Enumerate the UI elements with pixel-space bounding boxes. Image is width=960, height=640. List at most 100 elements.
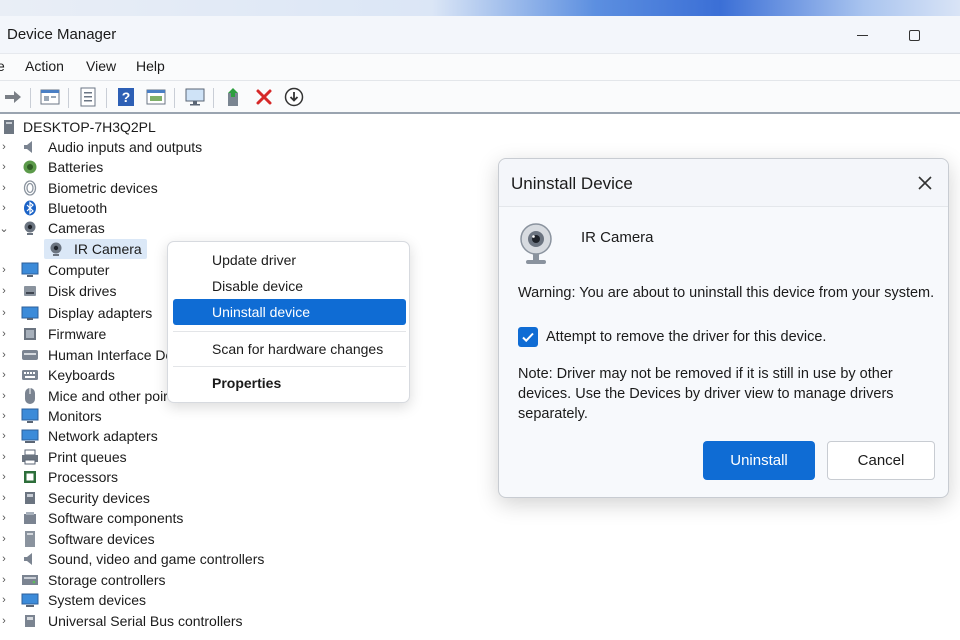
chevron-right-icon[interactable]: › (0, 590, 9, 610)
chevron-right-icon[interactable]: › (0, 365, 9, 385)
menu-bar: e Action View Help (0, 54, 960, 80)
maximize-button[interactable] (898, 22, 930, 48)
chevron-right-icon[interactable]: › (0, 303, 9, 323)
chevron-right-icon[interactable]: › (0, 467, 9, 487)
chevron-right-icon[interactable]: › (0, 570, 9, 590)
menu-action[interactable]: Action (25, 58, 64, 74)
chevron-down-icon[interactable]: ⌄ (0, 218, 9, 238)
download-icon[interactable] (283, 86, 305, 108)
dialog-note-text: Note: Driver may not be removed if it is… (518, 366, 894, 422)
tree-item-mice[interactable]: › Mice and other poir (0, 386, 168, 406)
component-icon (21, 509, 39, 527)
chevron-right-icon[interactable]: › (0, 324, 9, 344)
context-item-update-driver[interactable]: Update driver (173, 247, 406, 273)
tree-item-cameras[interactable]: ⌄ Cameras (0, 218, 260, 238)
uninstall-button[interactable]: Uninstall (703, 441, 815, 480)
menu-separator (173, 366, 406, 367)
chevron-right-icon[interactable]: › (0, 198, 9, 218)
help-icon[interactable]: ? (115, 86, 137, 108)
add-driver-icon[interactable] (223, 86, 245, 108)
chevron-right-icon[interactable]: › (0, 529, 9, 549)
device-list-icon[interactable] (77, 86, 99, 108)
chevron-right-icon[interactable]: › (0, 447, 9, 467)
toolbar: ? (0, 80, 960, 114)
chevron-right-icon[interactable]: › (0, 281, 9, 301)
menu-file[interactable]: e (0, 58, 5, 74)
tree-item-audio[interactable]: › Audio inputs and outputs (0, 137, 260, 157)
uninstall-x-icon[interactable] (253, 86, 275, 108)
tree-item-hid[interactable]: › Human Interface De (0, 345, 173, 365)
context-item-uninstall-device[interactable]: Uninstall device (173, 299, 406, 325)
remove-driver-checkbox[interactable] (518, 327, 538, 347)
monitor-icon[interactable] (184, 86, 206, 108)
chevron-right-icon[interactable]: › (0, 260, 9, 280)
chevron-right-icon[interactable]: › (0, 178, 9, 198)
toolbar-separator (106, 88, 107, 108)
svg-text:?: ? (122, 89, 131, 105)
close-button[interactable] (913, 171, 937, 195)
storage-icon (21, 571, 39, 589)
forward-icon[interactable] (2, 86, 24, 108)
tree-item-processors[interactable]: › Processors (0, 467, 260, 487)
device-manager-window: Device Manager e Action View Help ? DESK… (0, 16, 960, 640)
remove-driver-label[interactable]: Attempt to remove the driver for this de… (546, 329, 826, 345)
tree-item-bluetooth[interactable]: › Bluetooth (0, 198, 260, 218)
window-title: Device Manager (7, 26, 117, 43)
view-icon[interactable] (145, 86, 167, 108)
tree-root[interactable]: DESKTOP-7H3Q2PL (0, 117, 200, 137)
menu-help[interactable]: Help (136, 58, 165, 74)
menu-view[interactable]: View (86, 58, 116, 74)
tree-item-ir-camera[interactable]: IR Camera (44, 239, 148, 259)
system-icon (21, 591, 39, 609)
tree-item-usb-controllers[interactable]: › Universal Serial Bus controllers (0, 611, 300, 631)
chevron-right-icon[interactable]: › (0, 137, 9, 157)
tree-item-security-devices[interactable]: › Security devices (0, 488, 260, 508)
cancel-button[interactable]: Cancel (827, 441, 935, 480)
dialog-warning-text: Warning: You are about to uninstall this… (518, 285, 935, 301)
context-item-disable-device[interactable]: Disable device (173, 273, 406, 299)
speaker-icon (21, 550, 39, 568)
chevron-right-icon[interactable]: › (0, 345, 9, 365)
tree-item-biometric[interactable]: › Biometric devices (0, 178, 260, 198)
tree-item-label: Firmware (48, 326, 107, 342)
tree-item-label: Print queues (48, 449, 127, 465)
context-item-scan-hardware[interactable]: Scan for hardware changes (173, 336, 406, 362)
chevron-right-icon[interactable]: › (0, 549, 9, 569)
tree-item-label: Biometric devices (48, 180, 158, 196)
tree-item-sound-video[interactable]: › Sound, video and game controllers (0, 549, 300, 569)
dialog-device-name: IR Camera (581, 229, 654, 246)
tree-item-label: Mice and other poir (48, 388, 168, 404)
tree-item-software-devices[interactable]: › Software devices (0, 529, 260, 549)
chevron-right-icon[interactable]: › (0, 406, 9, 426)
context-item-properties[interactable]: Properties (173, 370, 406, 396)
toolbar-separator (174, 88, 175, 108)
tree-item-print-queues[interactable]: › Print queues (0, 447, 260, 467)
tree-item-batteries[interactable]: › Batteries (0, 157, 260, 177)
tree-item-software-components[interactable]: › Software components (0, 508, 260, 528)
disk-icon (21, 282, 39, 300)
tree-item-storage-controllers[interactable]: › Storage controllers (0, 570, 260, 590)
chevron-right-icon[interactable]: › (0, 488, 9, 508)
context-menu: Update driver Disable device Uninstall d… (167, 241, 410, 403)
monitor-icon (21, 407, 39, 425)
tree-item-label: Bluetooth (48, 200, 108, 216)
tree-item-label: Monitors (48, 408, 102, 424)
chevron-right-icon[interactable]: › (0, 386, 9, 406)
tree-item-label: Processors (48, 469, 119, 485)
close-icon (918, 176, 932, 190)
chevron-right-icon[interactable]: › (0, 426, 9, 446)
chip-icon (21, 468, 39, 486)
tree-item-network-adapters[interactable]: › Network adapters (0, 426, 260, 446)
menu-separator (173, 331, 406, 332)
chevron-right-icon[interactable]: › (0, 508, 9, 528)
properties-sheet-icon[interactable] (39, 86, 61, 108)
chevron-right-icon[interactable]: › (0, 157, 9, 177)
tree-item-system-devices[interactable]: › System devices (0, 590, 260, 610)
tree-item-label: Software components (48, 510, 184, 526)
minimize-button[interactable] (846, 22, 878, 48)
hid-icon (21, 346, 39, 364)
tree-item-monitors[interactable]: › Monitors (0, 406, 260, 426)
tree-item-label: Universal Serial Bus controllers (48, 613, 243, 629)
chevron-right-icon[interactable]: › (0, 611, 9, 631)
tree-item-label: Keyboards (48, 367, 115, 383)
